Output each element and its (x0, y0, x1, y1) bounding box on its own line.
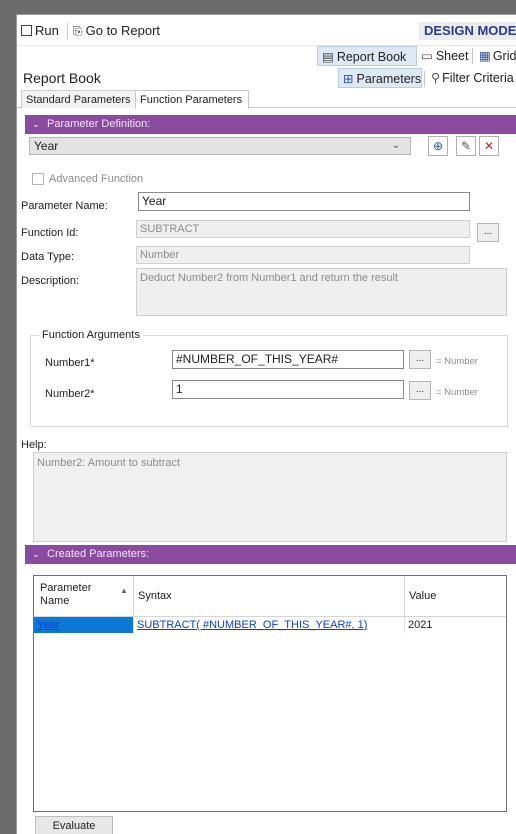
created-row-value: 2021 (408, 619, 433, 631)
number1-result: = Number (436, 356, 478, 367)
ribbon-separator (472, 48, 473, 64)
run-label: Run (35, 23, 59, 38)
column-header-syntax[interactable]: Syntax (134, 576, 405, 617)
toolbar-separator (67, 23, 68, 39)
sheet-label: Sheet (435, 49, 469, 63)
function-id-browse-button[interactable]: ... (477, 223, 499, 242)
grid-icon: ▦ (479, 49, 491, 63)
run-icon (21, 25, 32, 36)
chevron-down-icon: ⌄ (391, 140, 400, 151)
created-parameters-grid: Parameter Name ▲ Syntax Value Year SUBTR… (33, 575, 507, 812)
parameter-name-field[interactable]: Year (138, 192, 470, 211)
column-header-parameter-name[interactable]: Parameter Name ▲ (34, 576, 134, 617)
sheet-button[interactable]: ▭ Sheet (417, 46, 472, 66)
go-to-report-label: Go to Report (85, 23, 161, 38)
parameters-icon: ⊞ (343, 72, 354, 86)
column-header-syntax-label: Syntax (138, 590, 172, 602)
parameters-button[interactable]: ⊞ Parameters (338, 68, 422, 88)
created-parameters-label: Created Parameters: (47, 548, 150, 560)
page-title: Report Book (23, 70, 101, 86)
description-label: Description: (21, 275, 80, 287)
number2-browse-button[interactable]: ... (409, 381, 431, 400)
function-arguments-title: Function Arguments (39, 329, 143, 341)
created-row-syntax[interactable]: SUBTRACT( #NUMBER_OF_THIS_YEAR#, 1) (134, 617, 405, 633)
go-to-report-button[interactable]: ⎘ Go to Report (73, 23, 160, 39)
parameter-select-value: Year (34, 139, 59, 153)
tab-function-parameters[interactable]: Function Parameters (135, 90, 249, 109)
parameter-select[interactable]: Year ⌄ (29, 137, 411, 155)
sort-asc-icon: ▲ (120, 586, 128, 595)
app-window: Run ⎘ Go to Report DESIGN MODE ▤ Report Bo… (16, 14, 516, 834)
delete-parameter-button[interactable]: ✕ (479, 136, 499, 156)
parameter-definition-label: Parameter Definition: (47, 118, 151, 130)
add-parameter-icon: ⊕ (432, 139, 444, 153)
column-header-value[interactable]: Value (405, 576, 506, 617)
goto-report-icon: ⎘ (73, 24, 83, 38)
evaluate-button[interactable]: Evaluate (35, 816, 113, 834)
parameter-definition-header[interactable]: ⌄ Parameter Definition: (25, 115, 516, 134)
column-header-value-label: Value (409, 590, 437, 602)
add-parameter-button[interactable]: ⊕ (428, 136, 448, 156)
column-header-parameter-name-label: Parameter Name (40, 582, 92, 607)
design-mode-badge: DESIGN MODE (419, 22, 516, 40)
function-id-label: Function Id: (21, 227, 79, 239)
created-row-name[interactable]: Year (34, 617, 134, 633)
report-book-button[interactable]: ▤ Report Book (317, 46, 417, 66)
data-type-field: Number (136, 246, 470, 264)
filter-criteria-button[interactable]: ⚲ Filter Criteria (427, 68, 516, 88)
report-book-icon: ▤ (322, 50, 334, 64)
grid-button[interactable]: ▦ Grid (475, 46, 516, 66)
number2-field[interactable]: 1 (172, 380, 404, 399)
delete-parameter-icon: ✕ (483, 139, 495, 153)
advanced-function-checkbox[interactable] (32, 173, 44, 185)
edit-parameter-icon: ✎ (460, 139, 472, 153)
function-id-field: SUBTRACT (136, 220, 470, 238)
parameter-name-label: Parameter Name: (21, 200, 108, 212)
sheet-icon: ▭ (421, 49, 433, 63)
number1-field[interactable]: #NUMBER_OF_THIS_YEAR# (172, 350, 404, 369)
grid-label: Grid (492, 49, 516, 63)
number2-label: Number2* (45, 388, 95, 400)
run-button[interactable]: Run (21, 23, 59, 38)
number2-result: = Number (436, 387, 478, 398)
advanced-function-label: Advanced Function (49, 173, 144, 185)
ribbon-separator-2 (424, 71, 425, 87)
description-field: Deduct Number2 from Number1 and return t… (136, 268, 507, 316)
top-toolbar: Run ⎘ Go to Report DESIGN MODE (17, 15, 516, 46)
help-box: Number2: Amount to subtract (33, 452, 507, 542)
chevron-down-icon: ⌄ (32, 549, 40, 559)
help-label: Help: (21, 439, 47, 451)
chevron-down-icon: ⌄ (32, 119, 40, 129)
edit-parameter-button[interactable]: ✎ (456, 136, 476, 156)
report-book-label: Report Book (336, 50, 407, 64)
created-parameters-header[interactable]: ⌄ Created Parameters: (25, 545, 516, 564)
filter-criteria-label: Filter Criteria (442, 71, 514, 85)
number1-label: Number1* (45, 357, 95, 369)
tab-standard-parameters[interactable]: Standard Parameters (21, 90, 136, 108)
number1-browse-button[interactable]: ... (409, 350, 431, 369)
data-type-label: Data Type: (21, 251, 74, 263)
parameters-label: Parameters (356, 72, 422, 86)
filter-icon: ⚲ (431, 71, 441, 85)
